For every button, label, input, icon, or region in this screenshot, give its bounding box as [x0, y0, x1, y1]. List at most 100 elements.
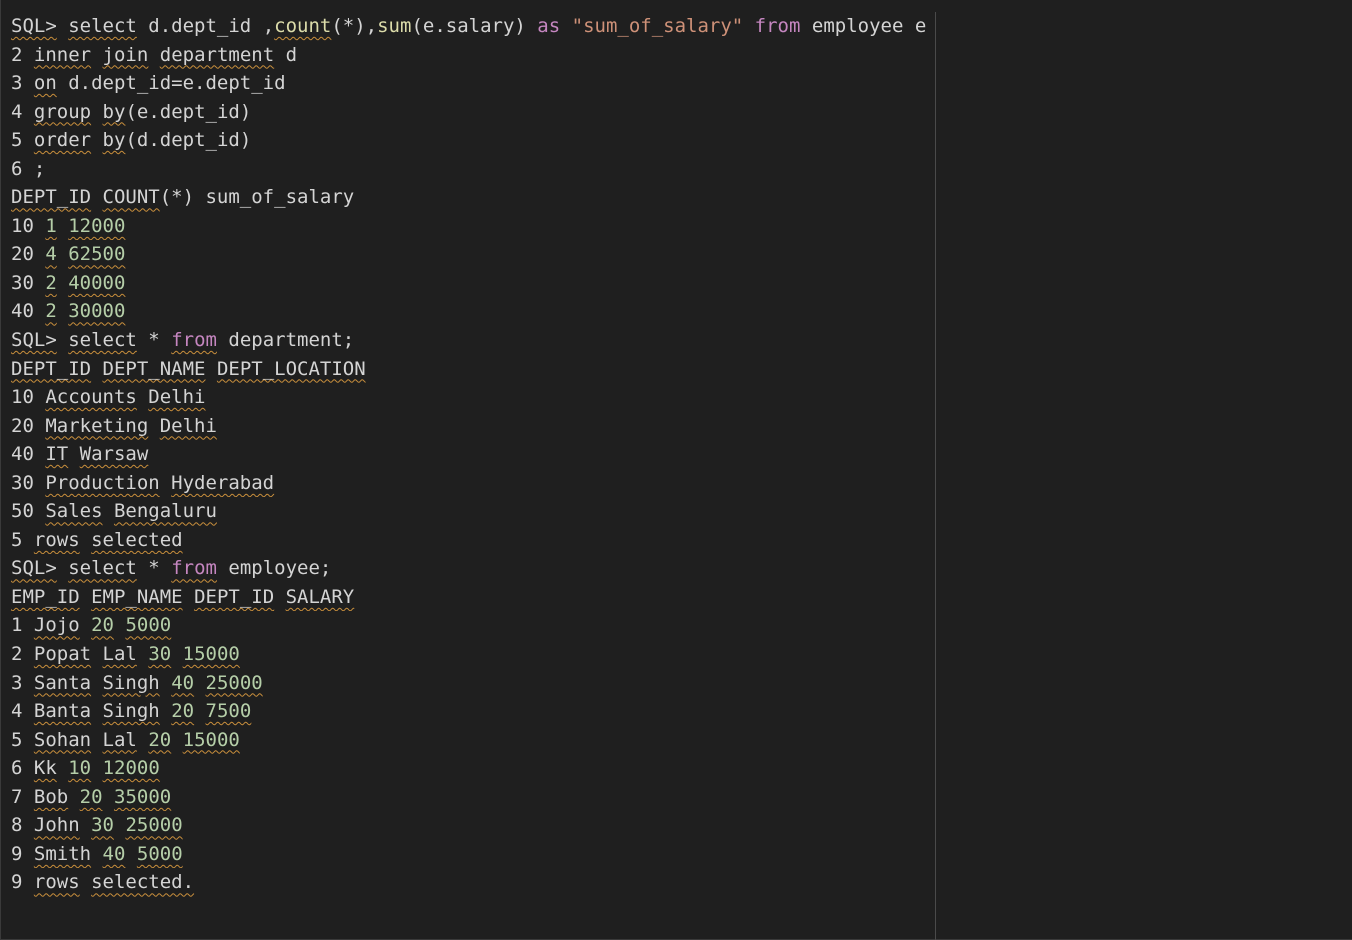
spellcheck-token: department — [159, 43, 275, 66]
spellcheck-token: Delhi — [159, 414, 217, 437]
spellcheck-token: Santa — [33, 671, 92, 694]
editor-line[interactable]: 1 Jojo 20 5000 — [11, 611, 1346, 640]
code-token: 20 — [11, 414, 46, 437]
editor-line[interactable]: SQL> select * from department; — [11, 326, 1346, 355]
editor-line[interactable]: 2 Popat Lal 30 15000 — [11, 640, 1346, 669]
code-token: 40 — [11, 300, 46, 323]
editor-line[interactable]: 20 Marketing Delhi — [11, 412, 1346, 441]
spellcheck-token: DEPT_ID — [11, 357, 92, 380]
spellcheck-token: Bob — [33, 785, 69, 808]
spellcheck-token: John — [33, 814, 80, 837]
editor-line[interactable]: 30 2 40000 — [11, 269, 1346, 298]
code-token: * — [136, 557, 172, 580]
editor-line[interactable]: SQL> select * from employee; — [11, 554, 1346, 583]
editor-line[interactable]: EMP_ID EMP_NAME DEPT_ID SALARY — [11, 583, 1346, 612]
spellcheck-token: Kk — [33, 757, 57, 780]
text-editor[interactable]: SQL> select d.dept_id ,count(*),sum(e.sa… — [0, 0, 1352, 940]
code-token: 10 — [11, 214, 46, 237]
spellcheck-token: SQL> — [11, 329, 57, 352]
code-token: 30 — [11, 271, 46, 294]
code-token: 5 — [11, 528, 34, 551]
editor-line[interactable]: 4 group by(e.dept_id) — [11, 98, 1346, 127]
editor-lines[interactable]: SQL> select d.dept_id ,count(*),sum(e.sa… — [11, 12, 1346, 897]
code-token: 6 ; — [11, 157, 46, 180]
editor-line[interactable]: 6 Kk 10 12000 — [11, 754, 1346, 783]
code-token: d — [274, 43, 298, 66]
code-token: as — [537, 15, 561, 37]
spellcheck-token: Warsaw — [79, 443, 149, 466]
editor-line[interactable]: 9 Smith 40 5000 — [11, 840, 1346, 869]
editor-line[interactable]: 6 ; — [11, 155, 1346, 184]
spellcheck-token: from — [171, 557, 217, 580]
editor-line[interactable]: 5 rows selected — [11, 526, 1346, 555]
code-token: 30 — [11, 471, 46, 494]
spellcheck-token: group — [33, 100, 92, 123]
spellcheck-token: Smith — [33, 842, 92, 865]
spellcheck-token: 2 — [45, 300, 57, 323]
code-token: 50 — [11, 500, 46, 523]
spellcheck-token: DEPT_ID — [194, 585, 275, 608]
code-token: 5 — [11, 129, 34, 152]
code-token: (e.dept_id) — [125, 100, 252, 123]
spellcheck-token: 40000 — [68, 271, 126, 294]
editor-line[interactable]: DEPT_ID COUNT(*) sum_of_salary — [11, 183, 1346, 212]
editor-line[interactable]: 30 Production Hyderabad — [11, 469, 1346, 498]
spellcheck-token: 20 — [91, 614, 114, 637]
editor-line[interactable]: 2 inner join department d — [11, 41, 1346, 70]
editor-line[interactable]: SQL> select d.dept_id ,count(*),sum(e.sa… — [11, 12, 1346, 41]
spellcheck-token: Accounts — [45, 386, 137, 409]
editor-line[interactable]: 3 Santa Singh 40 25000 — [11, 669, 1346, 698]
editor-line[interactable]: 7 Bob 20 35000 — [11, 783, 1346, 812]
spellcheck-token: 15000 — [182, 728, 240, 751]
spellcheck-token: 40 — [171, 671, 195, 694]
editor-line[interactable]: 9 rows selected. — [11, 868, 1346, 897]
editor-line[interactable]: 20 4 62500 — [11, 240, 1346, 269]
editor-line[interactable]: DEPT_ID DEPT_NAME DEPT_LOCATION — [11, 355, 1346, 384]
spellcheck-token: 20 — [148, 728, 172, 751]
editor-line[interactable]: 40 IT Warsaw — [11, 440, 1346, 469]
spellcheck-token: Bengaluru — [113, 500, 217, 523]
editor-line[interactable]: 40 2 30000 — [11, 297, 1346, 326]
editor-line[interactable]: 10 Accounts Delhi — [11, 383, 1346, 412]
code-token: 1 — [11, 614, 34, 637]
editor-line[interactable]: 4 Banta Singh 20 7500 — [11, 697, 1346, 726]
spellcheck-token: Singh — [102, 671, 160, 694]
spellcheck-token: select — [68, 15, 137, 37]
code-token: 9 — [11, 842, 34, 865]
editor-line[interactable]: 5 order by(d.dept_id) — [11, 126, 1346, 155]
spellcheck-token: count — [274, 15, 332, 37]
code-token: (d.dept_id) — [125, 129, 252, 152]
editor-line[interactable]: 10 1 12000 — [11, 212, 1346, 241]
code-token: d.dept_id=e.dept_id — [56, 72, 286, 95]
spellcheck-token: 30 — [91, 814, 114, 837]
spellcheck-token: selected — [91, 528, 183, 551]
editor-line[interactable]: 50 Sales Bengaluru — [11, 497, 1346, 526]
spellcheck-token: 15000 — [182, 643, 240, 666]
editor-line[interactable]: 8 John 30 25000 — [11, 811, 1346, 840]
editor-line[interactable]: 5 Sohan Lal 20 15000 — [11, 726, 1346, 755]
editor-line[interactable]: 3 on d.dept_id=e.dept_id — [11, 69, 1346, 98]
spellcheck-token: 7500 — [205, 700, 252, 723]
spellcheck-token: IT — [45, 443, 69, 466]
